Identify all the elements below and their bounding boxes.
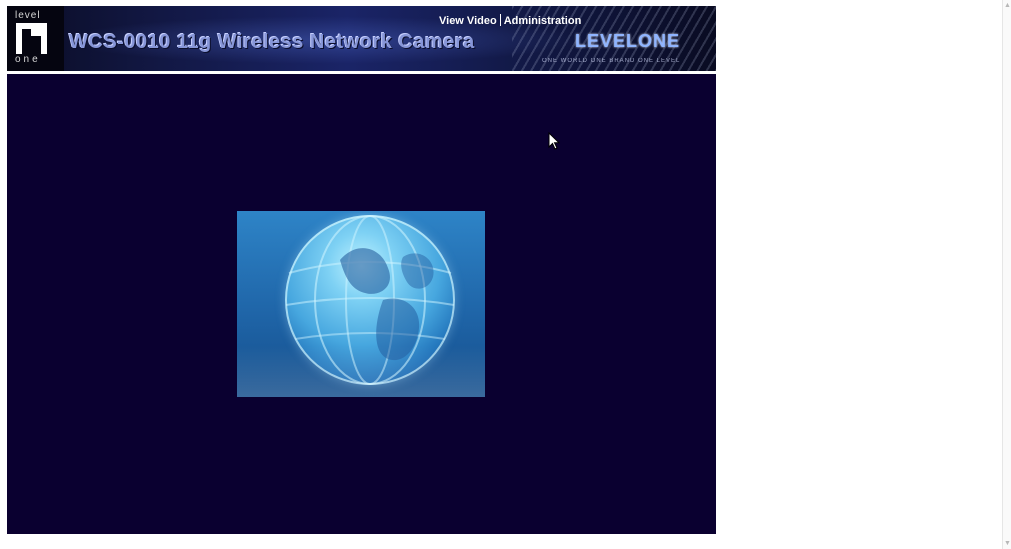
logo-bottom-text: one	[15, 54, 41, 65]
scroll-up-arrow-icon[interactable]: ▲	[1003, 1, 1011, 10]
page-title: WCS-0010 11g Wireless Network Camera	[69, 31, 475, 53]
globe-reflection	[237, 346, 485, 397]
vertical-scrollbar[interactable]: ▲ ▼	[1002, 0, 1011, 549]
levelone-logo-icon: level one	[7, 6, 64, 71]
top-navigation: View Video Administration	[439, 14, 581, 27]
header-banner: level one WCS-0010 11g Wireless Network …	[7, 6, 716, 71]
scroll-down-arrow-icon[interactable]: ▼	[1003, 539, 1011, 548]
logo-mark-icon	[16, 23, 47, 54]
video-area	[7, 74, 716, 534]
mouse-pointer-icon	[548, 132, 560, 150]
nav-separator	[499, 14, 501, 26]
logo-top-text: level	[15, 10, 41, 21]
camera-web-ui: level one WCS-0010 11g Wireless Network …	[0, 0, 1011, 549]
brand-tagline: ONE WORLD ONE BRAND ONE LEVEL	[542, 58, 681, 64]
view-video-link[interactable]: View Video	[439, 15, 497, 27]
administration-link[interactable]: Administration	[504, 15, 582, 27]
brand-logo: LEVELONE	[575, 31, 681, 51]
globe-image	[237, 211, 485, 397]
